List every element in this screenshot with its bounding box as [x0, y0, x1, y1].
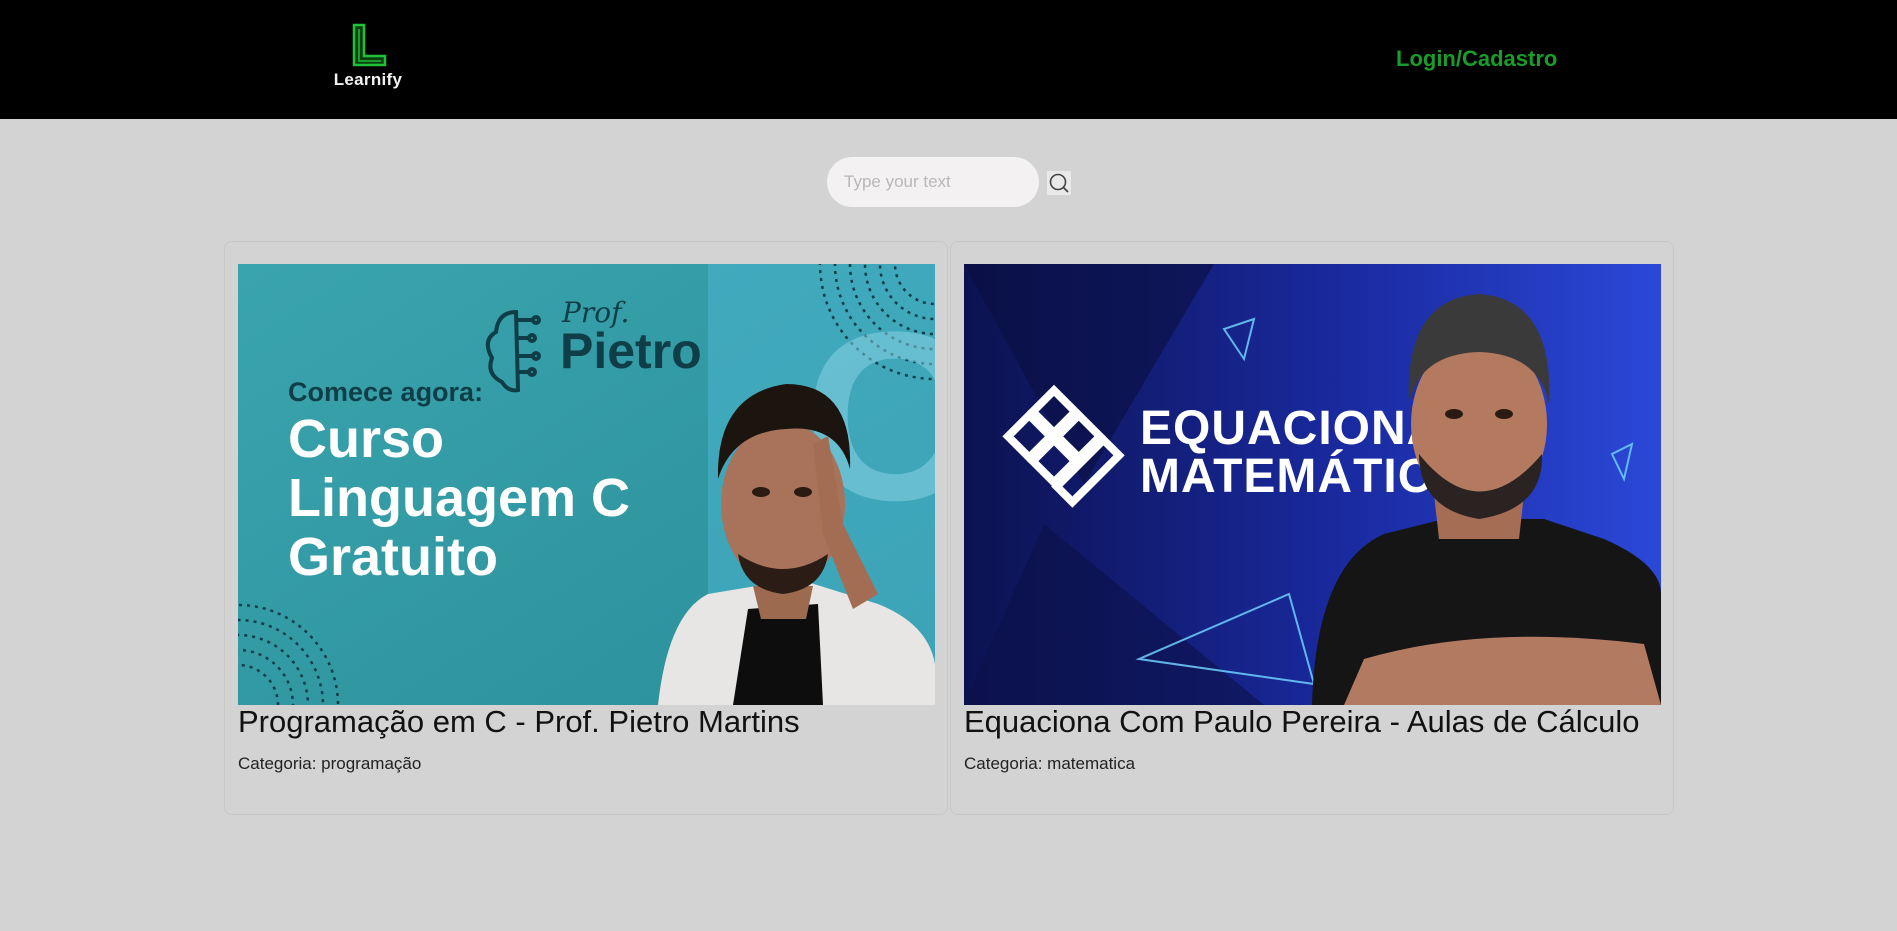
course-title[interactable]: Programação em C - Prof. Pietro Martins	[238, 704, 800, 740]
search-icon	[1049, 173, 1069, 193]
logo-mark-icon	[352, 23, 387, 67]
svg-text:Linguagem C: Linguagem C	[288, 468, 630, 528]
logo-text: Learnify	[333, 70, 403, 89]
course-title[interactable]: Equaciona Com Paulo Pereira - Aulas de C…	[964, 704, 1640, 740]
search-button[interactable]	[1047, 171, 1071, 195]
svg-text:Comece agora:: Comece agora:	[288, 377, 483, 407]
course-thumbnail-c-programming[interactable]: C Prof. Pietro Comece agora: Curso Lingu…	[238, 264, 935, 705]
course-thumbnail-equaciona[interactable]: EQUACIONA MATEMÁTICA	[964, 264, 1661, 705]
svg-text:Gratuito: Gratuito	[288, 527, 498, 587]
course-card[interactable]: EQUACIONA MATEMÁTICA Equaciona Com Paulo…	[950, 241, 1674, 815]
svg-text:Curso: Curso	[288, 409, 444, 469]
course-card[interactable]: C Prof. Pietro Comece agora: Curso Lingu…	[224, 241, 948, 815]
course-category: Categoria: programação	[238, 754, 422, 773]
learnify-logo[interactable]: Learnify	[325, 22, 411, 94]
svg-text:Pietro: Pietro	[560, 323, 702, 379]
search-input[interactable]	[827, 157, 1039, 207]
login-signup-link[interactable]: Login/Cadastro	[1396, 46, 1557, 72]
svg-text:EQUACIONA: EQUACIONA	[1140, 402, 1442, 455]
course-category: Categoria: matematica	[964, 754, 1136, 773]
top-navbar: Learnify Login/Cadastro	[0, 0, 1897, 119]
